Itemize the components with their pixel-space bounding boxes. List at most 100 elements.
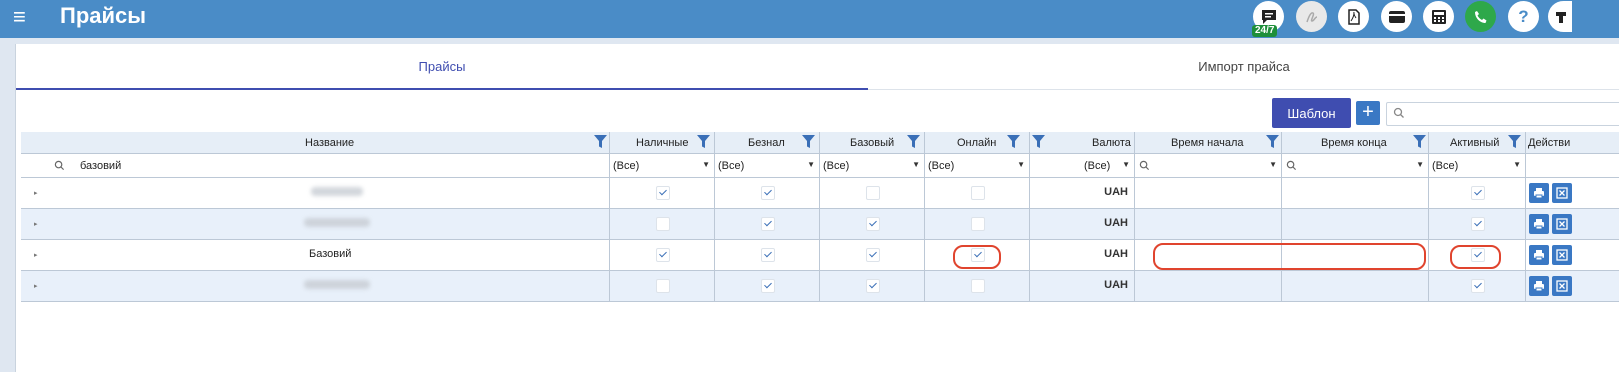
col-header-active[interactable]: Активный [1429,132,1526,154]
row-0-nal-cell [610,178,715,209]
expand-row-icon[interactable]: ▸ [34,282,38,290]
row-name-redacted [304,280,370,289]
active-filter-select[interactable]: (Все) ▼ [1429,154,1526,178]
row-2-currency-cell: UAH [1030,240,1135,271]
col-header-online[interactable]: Онлайн [925,132,1030,154]
base-filter-select[interactable]: (Все) ▼ [820,154,925,178]
row-0-actions-cell [1526,178,1619,209]
chat-badge: 24/7 [1252,25,1278,37]
row-2-beznal-cell [715,240,820,271]
row-name-text: Базовий [309,248,352,260]
chevron-down-icon: ▼ [807,160,815,169]
active-checkbox[interactable] [1470,248,1485,262]
base-checkbox[interactable] [865,248,880,262]
phone-button[interactable] [1465,1,1496,32]
row-3-active-cell [1429,271,1526,302]
print-button[interactable] [1529,245,1549,265]
menu-icon[interactable]: ≡ [13,5,26,29]
start-time-filter-input[interactable]: ▼ [1135,154,1282,178]
help-button[interactable]: ? [1508,1,1539,32]
online-checkbox[interactable] [970,217,985,231]
tab-import[interactable]: Импорт прайса [868,44,1619,90]
add-button[interactable]: + [1356,101,1380,125]
online-filter-select[interactable]: (Все) ▼ [925,154,1030,178]
base-checkbox[interactable] [865,279,880,293]
nal-checkbox[interactable] [655,186,670,200]
beznal-checkbox[interactable] [760,217,775,231]
online-checkbox[interactable] [970,248,985,262]
filter-icon[interactable] [907,135,920,149]
active-checkbox[interactable] [1470,217,1485,231]
beznal-checkbox[interactable] [760,279,775,293]
print-button[interactable] [1529,214,1549,234]
filter-icon[interactable] [802,135,815,149]
expand-row-icon[interactable]: ▸ [34,189,38,197]
excel-button[interactable] [1552,276,1572,296]
row-1-base-cell [820,209,925,240]
search-icon [1139,160,1150,171]
tab-prices[interactable]: Прайсы [16,44,868,90]
card-button[interactable] [1381,1,1412,32]
row-name-redacted [304,218,370,227]
col-header-base[interactable]: Базовый [820,132,925,154]
more-button[interactable] [1548,1,1572,32]
col-header-end-time[interactable]: Время конца [1282,132,1429,154]
beznal-checkbox[interactable] [760,186,775,200]
nal-checkbox[interactable] [655,248,670,262]
beznal-checkbox[interactable] [760,248,775,262]
pdf-button[interactable] [1338,1,1369,32]
col-header-name[interactable]: Название [21,132,610,154]
nal-checkbox[interactable] [655,217,670,231]
name-filter-input[interactable]: базовий [21,154,610,178]
print-icon [1534,188,1544,199]
end-time-filter-input[interactable]: ▼ [1282,154,1429,178]
row-3-actions-cell [1526,271,1619,302]
row-3-end-cell [1282,271,1429,302]
calculator-button[interactable] [1423,1,1454,32]
row-1-actions-cell [1526,209,1619,240]
cash-filter-select[interactable]: (Все) ▼ [610,154,715,178]
print-button[interactable] [1529,276,1549,296]
expand-row-icon[interactable]: ▸ [34,251,38,259]
template-button[interactable]: Шаблон [1272,98,1351,128]
filter-icon[interactable] [1413,135,1426,149]
chevron-down-icon: ▼ [912,160,920,169]
cashless-filter-select[interactable]: (Все) ▼ [715,154,820,178]
active-checkbox[interactable] [1470,186,1485,200]
filter-icon[interactable] [1508,135,1521,149]
filter-icon[interactable] [594,135,607,149]
row-3-currency-cell: UAH [1030,271,1135,302]
print-button[interactable] [1529,183,1549,203]
online-checkbox[interactable] [970,279,985,293]
expand-row-icon[interactable]: ▸ [34,220,38,228]
row-0-end-cell [1282,178,1429,209]
base-checkbox[interactable] [865,186,880,200]
col-header-cash[interactable]: Наличные [610,132,715,154]
col-header-currency[interactable]: Валюта [1030,132,1135,154]
filter-icon[interactable] [1266,135,1279,149]
toolbar-search-input[interactable] [1386,102,1619,126]
col-header-start-time[interactable]: Время начала [1135,132,1282,154]
row-1-beznal-cell [715,209,820,240]
signature-button[interactable] [1296,1,1327,32]
base-checkbox[interactable] [865,217,880,231]
top-bar: ≡ Прайсы 24/7 ? [0,0,1619,38]
row-1-currency-cell: UAH [1030,209,1135,240]
row-0-name-cell: ▸ [21,178,610,209]
excel-button[interactable] [1552,183,1572,203]
excel-button[interactable] [1552,214,1572,234]
filter-icon[interactable] [1007,135,1020,149]
filter-icon[interactable] [1032,135,1045,149]
active-checkbox[interactable] [1470,279,1485,293]
excel-button[interactable] [1552,245,1572,265]
excel-icon [1556,187,1568,199]
print-icon [1534,281,1544,292]
filter-icon[interactable] [697,135,710,149]
currency-filter-select[interactable]: (Все) ▼ [1030,154,1135,178]
search-icon [1393,106,1405,124]
col-header-cashless[interactable]: Безнал [715,132,820,154]
online-checkbox[interactable] [970,186,985,200]
row-2-base-cell [820,240,925,271]
page-title: Прайсы [60,3,147,28]
nal-checkbox[interactable] [655,279,670,293]
